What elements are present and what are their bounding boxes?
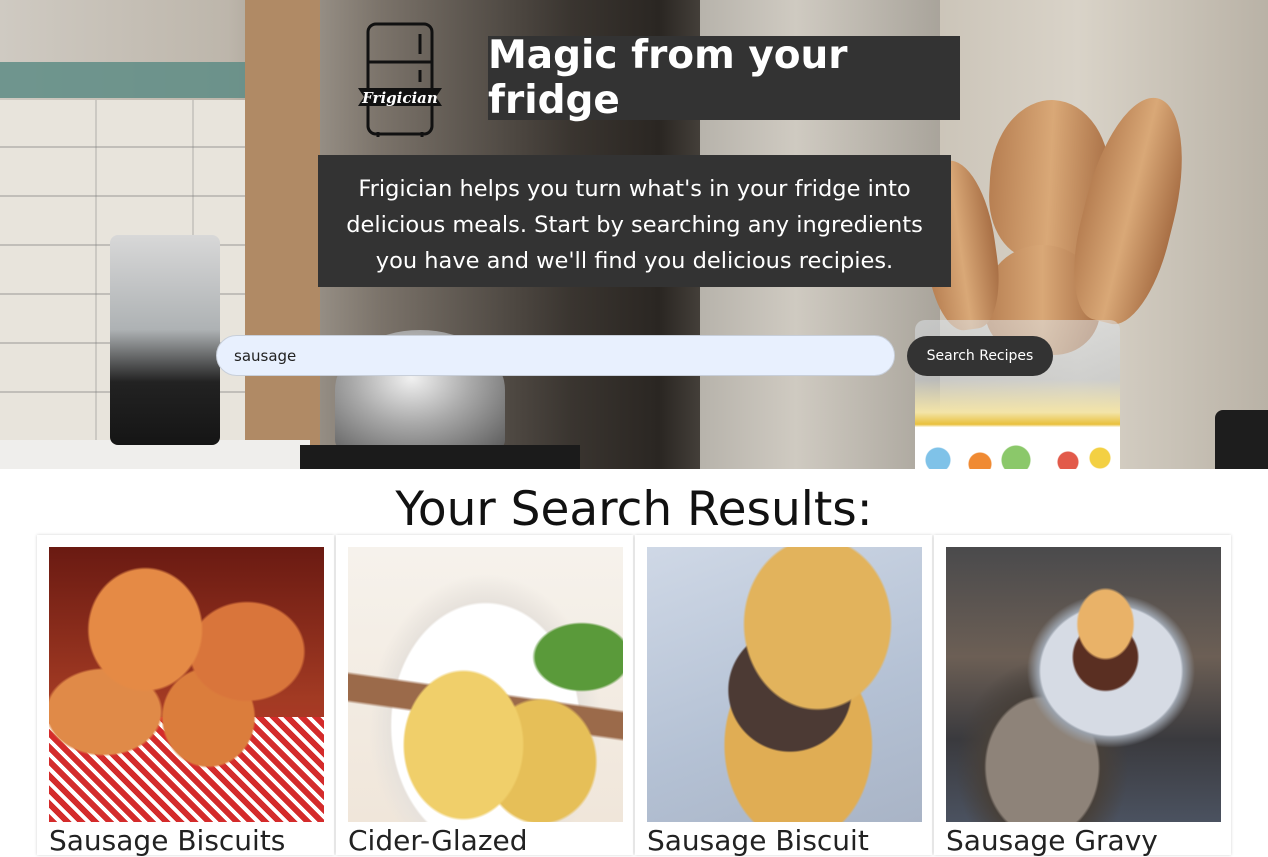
recipe-image[interactable] (647, 547, 922, 822)
stove (300, 445, 580, 469)
recipe-image[interactable] (348, 547, 623, 822)
recipe-card[interactable]: Sausage Biscuits (37, 535, 334, 857)
search-recipes-button[interactable]: Search Recipes (907, 336, 1053, 376)
page-title: Magic from your fridge (488, 33, 960, 123)
jar-dots (918, 440, 1118, 469)
recipe-card[interactable]: Sausage Biscuit (635, 535, 932, 857)
frigician-logo: Frigician (358, 22, 442, 137)
blender (110, 235, 220, 445)
wood-cabinet (245, 0, 320, 469)
hero-banner: Frigician Magic from your fridge Frigici… (0, 0, 1268, 469)
logo-text: Frigician (361, 89, 438, 107)
recipe-card[interactable]: Sausage Gravy (934, 535, 1231, 857)
chair (1215, 410, 1268, 469)
recipe-image[interactable] (49, 547, 324, 822)
results-heading: Your Search Results: (395, 482, 873, 537)
recipe-card[interactable]: Cider-Glazed (336, 535, 633, 857)
kitchen-shelf (0, 62, 265, 98)
intro-text: Frigician helps you turn what's in your … (318, 155, 951, 287)
recipe-image[interactable] (946, 547, 1221, 822)
search-input[interactable] (216, 335, 895, 376)
